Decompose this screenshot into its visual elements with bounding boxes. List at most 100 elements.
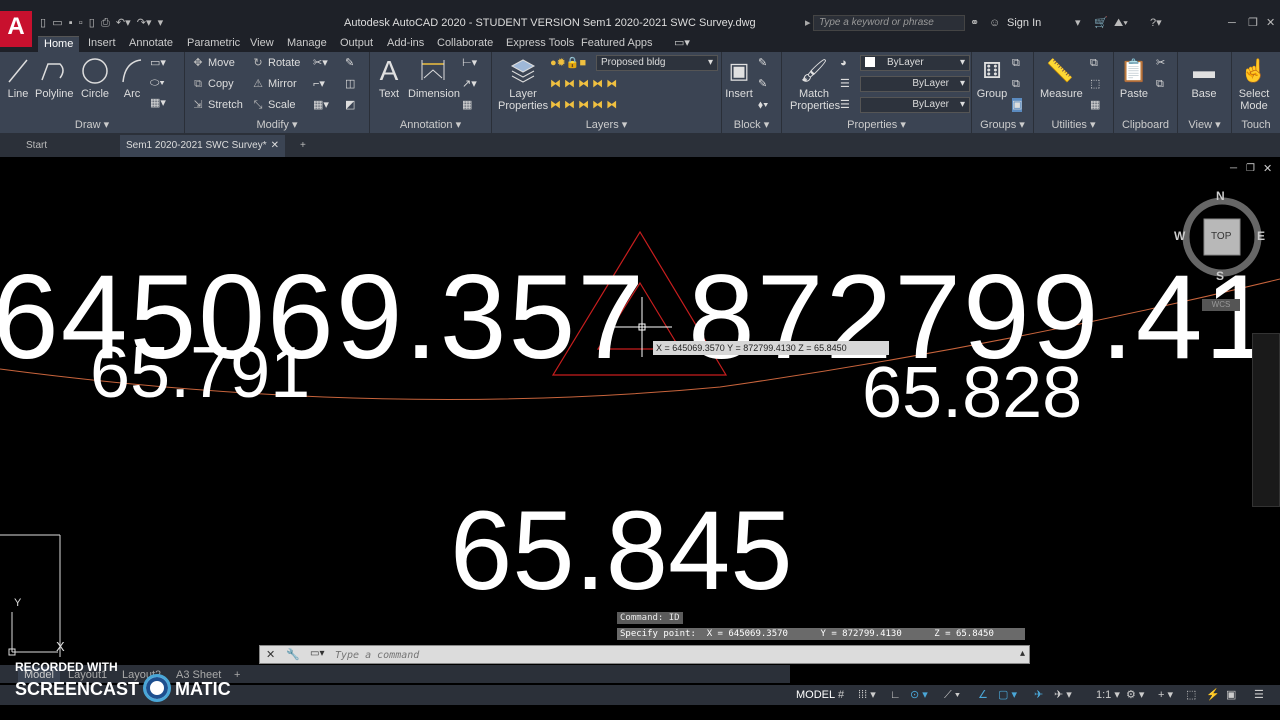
attribute-icon[interactable]: ⬧▾ — [758, 98, 768, 112]
erase-icon[interactable]: ✎ — [345, 56, 354, 70]
layer-tools-row2-icons[interactable]: ⧓ ⧓ ⧓ ⧓ ⧓ — [550, 98, 617, 112]
viewport-minimize-icon[interactable]: ─ — [1230, 163, 1237, 174]
table-icon[interactable]: ▦ — [462, 98, 472, 112]
circle-button[interactable]: Circle — [80, 56, 110, 100]
create-block-icon[interactable]: ✎ — [758, 56, 767, 70]
customize-qat-icon[interactable]: ▾ — [158, 17, 164, 29]
ortho-icon[interactable]: ∟ — [890, 687, 901, 703]
lineweight-dropdown[interactable]: ByLayer ▾ — [860, 97, 970, 113]
cart-icon[interactable]: 🛒 — [1094, 16, 1108, 30]
color-wheel-icon[interactable]: ◕ — [840, 56, 847, 70]
hardware-acceleration-icon[interactable]: ⚡ — [1206, 687, 1220, 703]
user-icon[interactable]: ☺ — [989, 16, 1000, 30]
recent-commands-icon[interactable]: ▭▾ — [310, 648, 324, 659]
customize-wrench-icon[interactable]: 🔧 — [286, 648, 300, 661]
explode-icon[interactable]: ◫ — [345, 77, 355, 91]
tab-collaborate[interactable]: Collaborate — [437, 36, 493, 52]
rotate-button[interactable]: ↻ Rotate — [251, 56, 300, 70]
tab-add-ins[interactable]: Add-ins — [387, 36, 424, 52]
view-panel-title[interactable]: View ▾ — [1178, 118, 1231, 133]
select-mode-button[interactable]: ☝ Select Mode — [1236, 56, 1272, 112]
auto-scale-icon[interactable]: ✈ ▾ — [1054, 687, 1072, 703]
calculator-icon[interactable]: ▦ — [1090, 98, 1100, 112]
group-selection-icon[interactable]: ▣ — [1012, 98, 1023, 112]
tab-view[interactable]: View — [250, 36, 274, 52]
edit-block-icon[interactable]: ✎ — [758, 77, 767, 91]
arc-button[interactable]: Arc — [119, 56, 145, 100]
viewport-restore-icon[interactable]: ❐ — [1246, 163, 1255, 174]
cut-icon[interactable]: ✂ — [1156, 56, 1165, 70]
tab-output[interactable]: Output — [340, 36, 373, 52]
object-snap-icon[interactable]: ▢ ▾ — [998, 687, 1017, 703]
ribbon-options-icon[interactable]: ▭▾ — [674, 36, 690, 52]
tab-manage[interactable]: Manage — [287, 36, 327, 52]
base-button[interactable]: ▬ Base — [1186, 56, 1222, 100]
start-tab[interactable]: Start — [20, 135, 53, 157]
tab-parametric[interactable]: Parametric — [187, 36, 240, 52]
compass-north[interactable]: N — [1216, 189, 1225, 203]
tab-insert[interactable]: Insert — [88, 36, 116, 52]
insert-button[interactable]: ▣ Insert — [724, 56, 754, 100]
tab-express-tools[interactable]: Express Tools — [506, 36, 574, 52]
copy-button[interactable]: ⧉ Copy — [191, 77, 234, 91]
viewcube-top-face[interactable]: TOP — [1211, 231, 1231, 242]
annotation-scale[interactable]: 1:1 ▾ — [1096, 687, 1120, 703]
quick-select-icon[interactable]: ⧉ — [1090, 56, 1098, 70]
stretch-button[interactable]: ⇲ Stretch — [191, 98, 242, 112]
workspace-gear-icon[interactable]: ⚙ ▾ — [1126, 687, 1144, 703]
navigation-bar[interactable] — [1252, 333, 1280, 507]
polyline-button[interactable]: Polyline — [35, 56, 74, 100]
save-icon[interactable]: ▪ — [69, 17, 73, 29]
scale-button[interactable]: ⤡ Scale — [251, 98, 296, 112]
web-open-icon[interactable]: ▯ — [89, 17, 95, 29]
group-button[interactable]: ⚅ Group — [976, 56, 1008, 100]
restore-icon[interactable]: ❐ — [1248, 16, 1258, 30]
binoculars-icon[interactable]: ⚭ — [970, 16, 979, 30]
close-command-icon[interactable]: ✕ — [266, 648, 275, 661]
wcs-menu[interactable]: WCS — [1202, 299, 1240, 311]
modify-panel-title[interactable]: Modify ▾ — [185, 118, 369, 133]
clipboard-panel-title[interactable]: Clipboard — [1114, 118, 1177, 133]
group-edit-icon[interactable]: ⧉ — [1012, 77, 1020, 91]
rectangle-icon[interactable]: ▭▾ — [150, 56, 166, 70]
leader-icon[interactable]: ↗▾ — [462, 77, 477, 91]
save-as-icon[interactable]: ▫ — [79, 17, 83, 29]
sign-in-link[interactable]: Sign In — [1007, 16, 1041, 30]
move-button[interactable]: ✥ Move — [191, 56, 235, 70]
trim-icon[interactable]: ✂▾ — [313, 56, 328, 70]
tab-annotate[interactable]: Annotate — [129, 36, 173, 52]
linetype-dropdown[interactable]: ByLayer ▾ — [860, 76, 970, 92]
minimize-icon[interactable]: ─ — [1228, 16, 1236, 30]
autocad-logo[interactable]: A — [0, 11, 32, 47]
polar-icon[interactable]: ⊙ ▾ — [910, 687, 928, 703]
customization-icon[interactable]: ☰ — [1254, 687, 1264, 703]
compass-south[interactable]: S — [1216, 269, 1224, 283]
layers-panel-title[interactable]: Layers ▾ — [492, 118, 721, 133]
gradient-icon[interactable]: ▦▾ — [150, 96, 166, 110]
new-icon[interactable]: ▯ — [40, 17, 46, 29]
isolate-objects-icon[interactable]: ⬚ — [1186, 687, 1196, 703]
plot-icon[interactable]: ⎙ — [101, 17, 110, 29]
compass-east[interactable]: E — [1257, 229, 1265, 243]
command-input[interactable] — [335, 648, 935, 662]
sign-in-dropdown-icon[interactable]: ▾ — [1075, 16, 1081, 30]
paste-button[interactable]: 📋 Paste — [1118, 56, 1150, 100]
a360-icon[interactable]: ⛰▾ — [1114, 16, 1128, 30]
groups-panel-title[interactable]: Groups ▾ — [972, 118, 1033, 133]
compass-west[interactable]: W — [1174, 229, 1185, 243]
help-icon[interactable]: ?▾ — [1150, 16, 1162, 30]
isodraft-icon[interactable]: ⟋ ▾ — [944, 687, 960, 703]
open-icon[interactable]: ▭ — [52, 17, 62, 29]
utilities-panel-title[interactable]: Utilities ▾ — [1034, 118, 1113, 133]
drawing-tab[interactable]: Sem1 2020-2021 SWC Survey* ✕ — [120, 135, 285, 157]
layer-tools-row1-icons[interactable]: ⧓ ⧓ ⧓ ⧓ ⧓ — [550, 77, 617, 91]
clean-screen-icon[interactable]: ▣ — [1226, 687, 1236, 703]
dimension-button[interactable]: Dimension — [408, 56, 460, 100]
tab-featured-apps[interactable]: Featured Apps — [581, 36, 653, 52]
close-tab-icon[interactable]: ✕ — [271, 135, 279, 157]
object-snap-tracking-icon[interactable]: ∠ — [978, 687, 988, 703]
undo-icon[interactable]: ↶▾ — [116, 17, 131, 29]
redo-icon[interactable]: ↷▾ — [137, 17, 152, 29]
grid-icon[interactable]: # — [838, 687, 844, 703]
layer-properties-button[interactable]: Layer Properties — [498, 56, 548, 112]
